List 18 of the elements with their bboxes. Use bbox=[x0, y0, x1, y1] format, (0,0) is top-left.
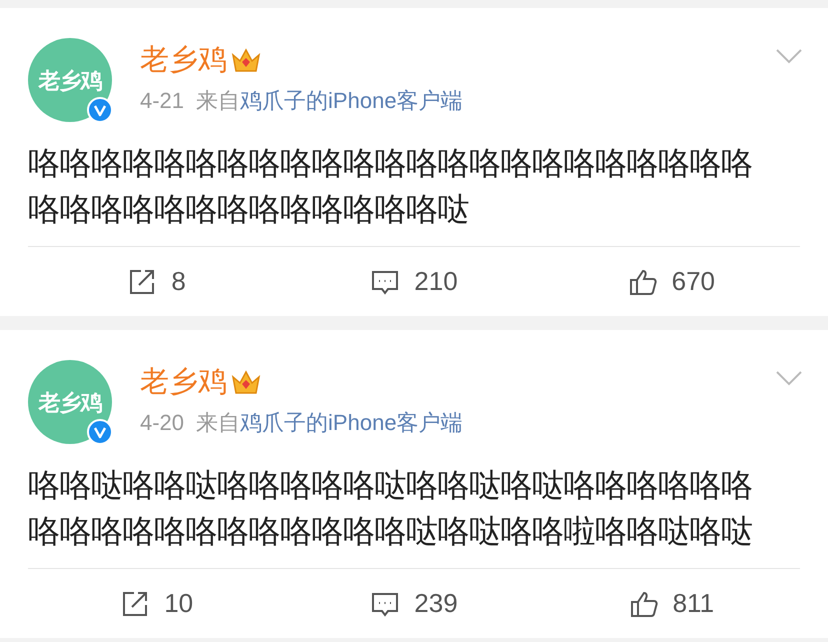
comment-button[interactable]: 239 bbox=[285, 584, 543, 623]
source-label: 来自 bbox=[196, 409, 240, 437]
chevron-down-icon[interactable] bbox=[776, 370, 802, 386]
source-link[interactable]: 鸡爪子的iPhone客户端 bbox=[240, 408, 463, 438]
source-label: 来自 bbox=[196, 87, 240, 115]
source-link[interactable]: 鸡爪子的iPhone客户端 bbox=[240, 86, 463, 116]
post-text: 咯咯咯咯咯咯咯咯咯咯咯咯咯咯咯咯咯咯咯咯咯咯咯 咯咯咯咯咯咯咯咯咯咯咯咯咯哒 bbox=[28, 144, 754, 229]
repost-button[interactable]: 8 bbox=[28, 262, 286, 301]
post-text: 咯咯哒咯咯哒咯咯咯咯咯哒咯咯哒咯哒咯咯咯咯咯咯 咯咯咯咯咯咯咯咯咯咯咯咯哒咯哒咯咯啦咯咯哒咯哒 bbox=[28, 466, 754, 551]
post-date: 4-20 bbox=[140, 409, 184, 437]
like-button[interactable]: 670 bbox=[542, 262, 800, 301]
chevron-down-icon[interactable] bbox=[776, 48, 802, 64]
avatar: 老乡鸡 bbox=[28, 38, 112, 122]
avatar: 老乡鸡 bbox=[28, 360, 112, 444]
repost-button[interactable]: 10 bbox=[28, 584, 286, 623]
like-button[interactable]: 811 bbox=[542, 584, 800, 623]
comment-button[interactable]: 210 bbox=[285, 262, 543, 301]
post-date: 4-21 bbox=[140, 87, 184, 115]
